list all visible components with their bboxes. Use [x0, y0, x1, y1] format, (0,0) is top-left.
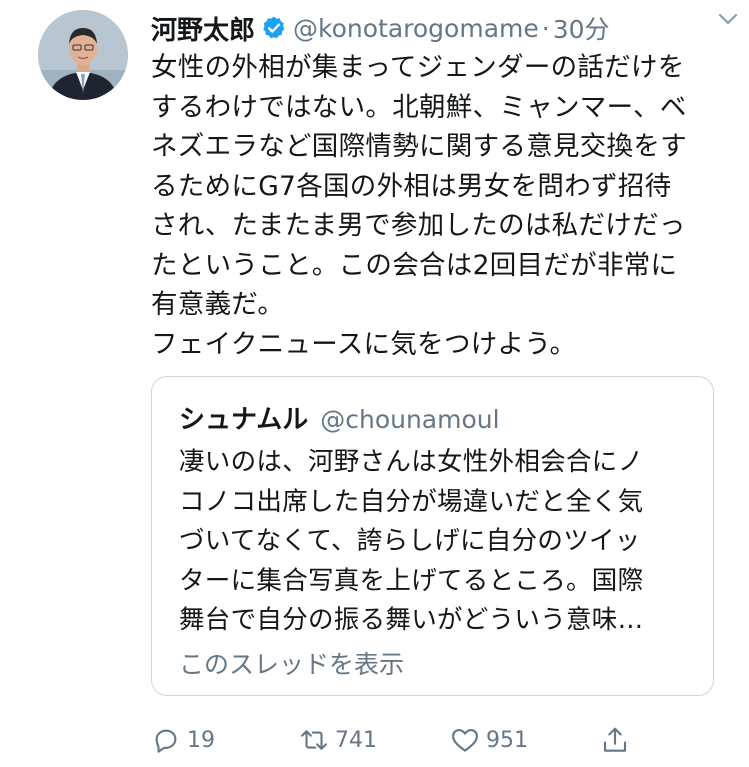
- tweet-text-line: 有意義だ。: [151, 289, 285, 320]
- quoted-text-line: ターに集合写真を上げてるところ。国際: [179, 565, 644, 596]
- reply-button[interactable]: 19: [151, 720, 215, 760]
- retweet-button[interactable]: 741: [299, 720, 377, 760]
- tweet-timestamp[interactable]: 30分: [553, 10, 610, 46]
- retweet-count: 741: [335, 727, 377, 753]
- tweet-actions: 19 741 951: [151, 720, 641, 760]
- show-thread-link[interactable]: このスレッドを表示: [179, 645, 404, 681]
- tweet-text-line: るためにG7各国の外相は男女を問わず招待: [151, 170, 672, 202]
- retweet-icon: [301, 730, 327, 750]
- quoted-tweet-header: シュナムル @chounamoul: [179, 399, 500, 436]
- like-count: 951: [486, 727, 528, 753]
- tweet-text-line: 女性の外相が集まってジェンダーの話だけを: [151, 52, 685, 83]
- tweet-text-line: ネズエラなど国際情勢に関する意見交換をす: [151, 131, 687, 162]
- separator-dot: ·: [541, 13, 550, 43]
- heart-icon: [452, 728, 478, 752]
- reply-count: 19: [187, 727, 215, 753]
- reply-icon: [155, 729, 177, 753]
- tweet-text-line: たということ。この会合は2回目だが非常に: [151, 249, 678, 281]
- chevron-down-icon[interactable]: [717, 10, 739, 28]
- tweet-text-line: フェイクニュースに気をつけよう。: [151, 328, 577, 360]
- quoted-author-handle: @chounamoul: [320, 405, 500, 434]
- quoted-tweet-body: 凄いのは、河野さんは女性外相会合にノ コノコ出席した自分が場違いだと全く気 づい…: [179, 443, 699, 641]
- quoted-text-line: コノコ出席した自分が場違いだと全く気: [179, 486, 644, 517]
- author-display-name[interactable]: 河野太郎: [151, 10, 255, 47]
- tweet-text-line: するわけではない。北朝鮮、ミャンマー、ベ: [151, 91, 687, 123]
- author-handle[interactable]: @konotarogomame: [293, 14, 539, 43]
- avatar-photo-icon: [38, 10, 128, 100]
- tweet-text-line: され、たまたま男で参加したのは私だけだっ: [151, 210, 686, 241]
- tweet-header: 河野太郎 @konotarogomame · 30分: [151, 8, 729, 48]
- tweet-body: 女性の外相が集まってジェンダーの話だけを するわけではない。北朝鮮、ミャンマー、…: [151, 48, 731, 364]
- share-icon: [603, 727, 627, 752]
- quoted-text-line: 凄いのは、河野さんは女性外相会合にノ: [179, 447, 644, 477]
- quoted-text-line: づいてなくて、誇らしげに自分のツイッ: [179, 526, 641, 556]
- verified-badge-icon: [263, 16, 285, 39]
- share-button[interactable]: [600, 720, 630, 760]
- quoted-text-line: 舞台で自分の振る舞いがどういう意味…: [179, 605, 644, 635]
- quoted-author-name: シュナムル: [179, 405, 309, 435]
- quoted-tweet-card[interactable]: シュナムル @chounamoul 凄いのは、河野さんは女性外相会合にノ コノコ…: [151, 376, 714, 696]
- avatar[interactable]: [38, 10, 128, 100]
- like-button[interactable]: 951: [450, 720, 528, 760]
